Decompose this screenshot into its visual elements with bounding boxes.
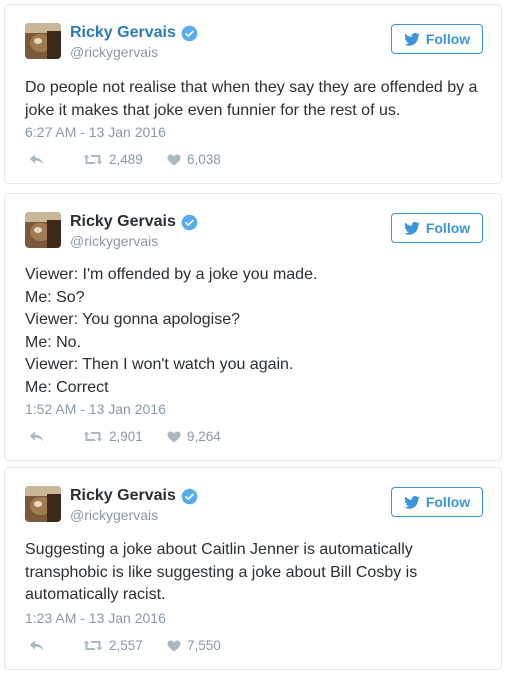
tweet-text: Suggesting a joke about Caitlin Jenner i…	[25, 539, 485, 607]
tweet-card: Ricky Gervais @rickygervais Follow Do pe…	[4, 4, 502, 184]
retweet-icon	[83, 640, 103, 651]
reply-button[interactable]	[29, 431, 83, 442]
tweet-text-line: Viewer: I'm offended by a joke you made.	[25, 266, 318, 283]
author-handle[interactable]: @rickygervais	[70, 233, 158, 249]
tweet-card: Ricky Gervais @rickygervais Follow Viewe…	[4, 193, 502, 461]
tweet-text: Do people not realise that when they say…	[25, 77, 485, 122]
tweet-text-line: Viewer: Then I won't watch you again.	[25, 356, 294, 373]
avatar[interactable]	[25, 212, 61, 248]
reply-icon	[29, 640, 44, 651]
author-handle[interactable]: @rickygervais	[70, 507, 158, 523]
reply-button[interactable]	[29, 640, 83, 651]
retweet-count: 2,557	[109, 638, 143, 653]
retweet-button[interactable]: 2,489	[83, 152, 167, 167]
follow-label: Follow	[425, 31, 471, 47]
twitter-bird-icon	[404, 221, 420, 235]
tweet-actions: 2,489 6,038	[29, 152, 221, 167]
avatar[interactable]	[25, 23, 61, 59]
heart-icon	[167, 431, 181, 442]
tweet-text-line: Do people not realise that when they say…	[25, 79, 478, 96]
retweet-count: 2,901	[109, 429, 143, 444]
tweet-text-line: automatically racist.	[25, 586, 166, 603]
tweet-timestamp[interactable]: 6:27 AM - 13 Jan 2016	[25, 124, 166, 140]
author-handle[interactable]: @rickygervais	[70, 44, 158, 60]
retweet-button[interactable]: 2,557	[83, 638, 167, 653]
follow-label: Follow	[425, 494, 471, 510]
twitter-bird-icon	[404, 495, 420, 509]
like-count: 6,038	[187, 152, 221, 167]
retweet-icon	[83, 431, 103, 442]
tweet-actions: 2,901 9,264	[29, 429, 221, 444]
tweet-text-line: Suggesting a joke about Caitlin Jenner i…	[25, 541, 413, 558]
tweet-timestamp[interactable]: 1:23 AM - 13 Jan 2016	[25, 610, 166, 626]
tweet-actions: 2,557 7,550	[29, 638, 221, 653]
tweet-text-line: joke it makes that joke even funnier for…	[25, 101, 401, 119]
tweet-timestamp[interactable]: 1:52 AM - 13 Jan 2016	[25, 401, 166, 417]
like-button[interactable]: 9,264	[167, 429, 221, 444]
reply-icon	[29, 431, 44, 442]
reply-icon	[29, 154, 44, 165]
retweet-icon	[83, 154, 103, 165]
like-button[interactable]: 7,550	[167, 638, 221, 653]
tweet-text-line: Me: Correct	[25, 378, 109, 396]
retweet-button[interactable]: 2,901	[83, 429, 167, 444]
follow-button[interactable]: Follow	[391, 24, 483, 54]
retweet-count: 2,489	[109, 152, 143, 167]
tweet-text-line: Me: So?	[25, 288, 85, 306]
avatar[interactable]	[25, 486, 61, 522]
follow-label: Follow	[425, 220, 471, 236]
follow-button[interactable]: Follow	[391, 487, 483, 517]
heart-icon	[167, 154, 181, 165]
tweet-text-line: Viewer: You gonna apologise?	[25, 311, 240, 328]
verified-badge-icon	[181, 488, 198, 504]
reply-button[interactable]	[29, 154, 83, 165]
tweet-text: Viewer: I'm offended by a joke you made.…	[25, 264, 485, 399]
tweet-card: Ricky Gervais @rickygervais Follow Sugge…	[4, 467, 502, 670]
follow-button[interactable]: Follow	[391, 213, 483, 243]
verified-badge-icon	[181, 25, 198, 41]
verified-badge-icon	[181, 214, 198, 230]
tweet-text-line: Me: No.	[25, 333, 82, 351]
twitter-bird-icon	[404, 32, 420, 46]
like-button[interactable]: 6,038	[167, 152, 221, 167]
heart-icon	[167, 640, 181, 651]
author-name[interactable]: Ricky Gervais	[70, 487, 176, 505]
tweet-text-line: transphobic is like suggesting a joke ab…	[25, 563, 418, 581]
author-name[interactable]: Ricky Gervais	[70, 213, 176, 231]
author-name[interactable]: Ricky Gervais	[70, 24, 176, 42]
like-count: 9,264	[187, 429, 221, 444]
like-count: 7,550	[187, 638, 221, 653]
